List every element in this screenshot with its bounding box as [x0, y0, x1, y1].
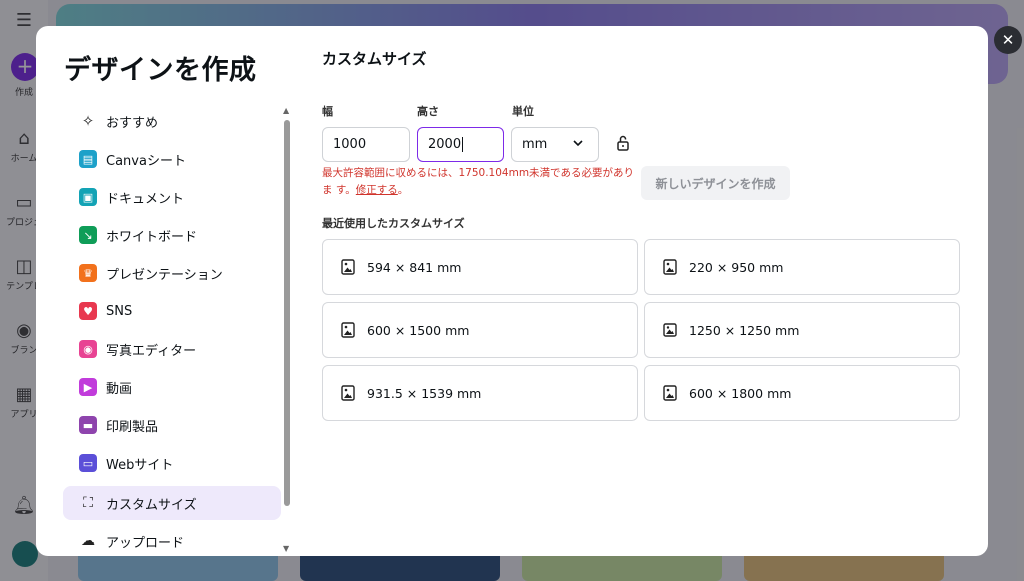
portrait-image-icon — [663, 259, 677, 275]
sidebar-item-print[interactable]: ▬ 印刷製品 — [63, 408, 281, 442]
design-type-sidebar: ✧ おすすめ ▤ Canvaシート ▣ ドキュメント ↘ ホワイトボード ♛ プ… — [63, 104, 281, 556]
sidebar-item-recommended[interactable]: ✧ おすすめ — [63, 104, 281, 138]
sidebar-item-label: 動画 — [106, 381, 133, 397]
presentation-icon: ♛ — [79, 264, 97, 282]
recent-size-label: 1250 × 1250 mm — [689, 322, 800, 338]
sidebar-item-document[interactable]: ▣ ドキュメント — [63, 180, 281, 214]
sidebar-item-label: おすすめ — [106, 115, 159, 131]
sidebar-item-label: カスタムサイズ — [106, 497, 197, 513]
recent-size-label: 600 × 1500 mm — [367, 322, 470, 338]
portrait-image-icon — [663, 385, 677, 401]
recent-size-label: 600 × 1800 mm — [689, 385, 792, 401]
height-input[interactable]: 2000 — [417, 127, 504, 162]
recent-size-card[interactable]: 600 × 1500 mm — [322, 302, 638, 358]
sidebar-item-custom-size[interactable]: ⛶ カスタムサイズ — [63, 486, 281, 520]
sidebar-item-label: SNS — [106, 303, 133, 319]
width-input[interactable]: 1000 — [322, 127, 410, 162]
sidebar-item-label: プレゼンテーション — [106, 267, 223, 283]
sidebar-item-label: アップロード — [106, 535, 185, 551]
sidebar-item-label: ドキュメント — [106, 191, 185, 207]
unit-select[interactable]: mm — [511, 127, 599, 162]
printer-icon: ▬ — [79, 416, 97, 434]
size-error-message: 最大許容範囲に収めるには、1750.104mm未満である必要がありま す。修正す… — [322, 167, 634, 196]
recent-size-label: 594 × 841 mm — [367, 259, 462, 275]
sheet-icon: ▤ — [79, 150, 97, 168]
recent-size-card[interactable]: 931.5 × 1539 mm — [322, 365, 638, 421]
sidebar-item-sheets[interactable]: ▤ Canvaシート — [63, 142, 281, 176]
chevron-down-icon — [572, 137, 584, 152]
sidebar-item-upload[interactable]: ☁ アップロード — [63, 524, 281, 556]
sidebar-item-photo-editor[interactable]: ◉ 写真エディター — [63, 332, 281, 366]
scroll-up-icon[interactable]: ▲ — [283, 106, 289, 115]
sidebar-item-label: 印刷製品 — [106, 419, 159, 435]
sidebar-item-label: Canvaシート — [106, 153, 186, 169]
sidebar-item-label: ホワイトボード — [106, 229, 198, 245]
create-new-design-button[interactable]: 新しいデザインを作成 — [641, 166, 790, 200]
sidebar-item-sns[interactable]: ♥ SNS — [63, 294, 281, 328]
document-icon: ▣ — [79, 188, 97, 206]
sidebar-item-website[interactable]: ▭ Webサイト — [63, 446, 281, 480]
scroll-down-icon[interactable]: ▼ — [283, 544, 289, 553]
close-button[interactable]: ✕ — [994, 26, 1022, 54]
sidebar-item-presentation[interactable]: ♛ プレゼンテーション — [63, 256, 281, 290]
recent-size-card[interactable]: 1250 × 1250 mm — [644, 302, 960, 358]
modal-title: デザインを作成 — [64, 55, 257, 86]
video-icon: ▶ — [79, 378, 97, 396]
sidebar-scrollbar[interactable]: ▲ ▼ — [283, 106, 291, 556]
sidebar-item-label: 写真エディター — [106, 343, 197, 359]
recent-size-label: 931.5 × 1539 mm — [367, 385, 482, 401]
square-image-icon — [663, 323, 677, 337]
unit-label: 単位 — [512, 105, 534, 118]
recent-size-label: 220 × 950 mm — [689, 259, 784, 275]
close-icon: ✕ — [1001, 31, 1015, 49]
portrait-image-icon — [341, 385, 355, 401]
unlock-icon[interactable] — [615, 134, 631, 152]
portrait-image-icon — [341, 322, 355, 338]
recent-size-card[interactable]: 594 × 841 mm — [322, 239, 638, 295]
create-design-modal: デザインを作成 ✧ おすすめ ▤ Canvaシート ▣ ドキュメント ↘ ホワイ… — [36, 26, 988, 556]
website-icon: ▭ — [79, 454, 97, 472]
scrollbar-thumb[interactable] — [284, 120, 290, 506]
recent-custom-sizes-title: 最近使用したカスタムサイズ — [322, 217, 465, 230]
camera-icon: ◉ — [79, 340, 97, 358]
heart-icon: ♥ — [79, 302, 97, 320]
recent-size-card[interactable]: 600 × 1800 mm — [644, 365, 960, 421]
sidebar-item-label: Webサイト — [106, 457, 174, 473]
custom-size-icon: ⛶ — [83, 495, 93, 511]
sidebar-item-video[interactable]: ▶ 動画 — [63, 370, 281, 404]
upload-icon: ☁ — [81, 533, 95, 549]
recent-size-card[interactable]: 220 × 950 mm — [644, 239, 960, 295]
portrait-image-icon — [341, 259, 355, 275]
sparkle-icon: ✧ — [81, 112, 95, 130]
sidebar-item-whiteboard[interactable]: ↘ ホワイトボード — [63, 218, 281, 252]
height-label: 高さ — [417, 105, 439, 118]
fix-link[interactable]: 修正する — [356, 184, 398, 196]
whiteboard-icon: ↘ — [79, 226, 97, 244]
width-label: 幅 — [322, 105, 333, 118]
custom-size-title: カスタムサイズ — [322, 50, 427, 68]
